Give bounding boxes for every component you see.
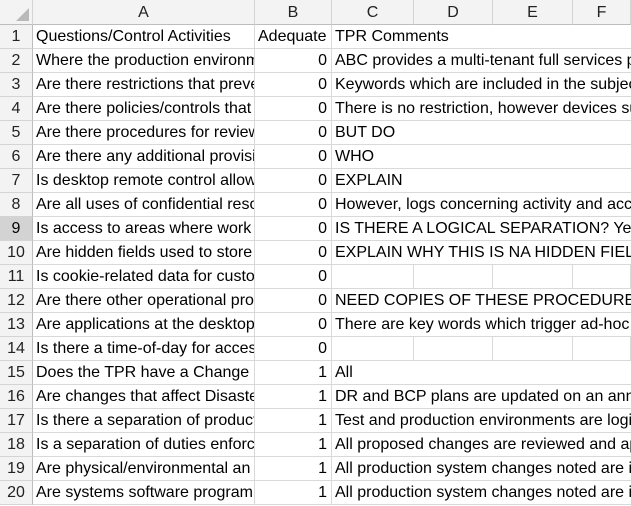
cell-question[interactable]: Are all uses of confidential reso [33,193,255,217]
cell-adequate[interactable]: 0 [255,337,332,361]
column-header-e[interactable]: E [493,0,573,25]
cell-tpr-comment[interactable]: All production system changes noted are … [332,457,631,480]
cell-adequate[interactable]: 1 [255,457,332,481]
cell-empty[interactable] [414,265,493,289]
cell-empty[interactable] [332,265,414,289]
cell-question[interactable]: Are there any additional provisi [33,145,255,169]
row-header[interactable]: 7 [0,169,33,193]
cell-question[interactable]: Does the TPR have a Change Co [33,361,255,385]
cell-tpr-comment[interactable]: ABC provides a multi-tenant full service… [332,49,631,72]
cell-adequate[interactable]: 1 [255,385,332,409]
cell-question[interactable]: Are hidden fields used to store [33,241,255,265]
cell-tpr-comment[interactable]: EXPLAIN WHY THIS IS NA HIDDEN FIELDS [332,241,631,264]
cell-tpr-comment[interactable]: WHO [332,145,631,168]
cell-tpr-comment[interactable]: All [332,361,631,384]
cell-tpr-comment[interactable]: However, logs concerning activity and ac… [332,193,631,216]
row-header[interactable]: 11 [0,265,33,289]
cell-adequate[interactable]: 0 [255,73,332,97]
row-header[interactable]: 5 [0,121,33,145]
select-all-triangle-icon [16,8,29,21]
cell-adequate[interactable]: 1 [255,481,332,505]
cell-question[interactable]: Are there restrictions that preve [33,73,255,97]
cell-empty[interactable] [493,337,573,361]
cell-empty[interactable] [493,265,573,289]
row-header[interactable]: 9 [0,217,33,241]
cell-tpr-comment[interactable]: IS THERE A LOGICAL SEPARATION? Yes [332,217,631,240]
cell-tpr-comment[interactable]: All proposed changes are reviewed and ap [332,433,631,456]
cell-adequate[interactable]: 0 [255,241,332,265]
cell-tpr-comment[interactable]: Test and production environments are log… [332,409,631,432]
cell-empty[interactable] [573,337,631,361]
cell-question[interactable]: Is desktop remote control allow [33,169,255,193]
cell-tpr-comment[interactable]: TPR Comments [332,25,631,48]
cell-adequate[interactable]: 0 [255,313,332,337]
column-header-c[interactable]: C [332,0,414,25]
spreadsheet-grid: A B C D E F 1 Questions/Control Activities Adequ… [0,0,631,506]
cell-question[interactable]: Is cookie-related data for custo [33,265,255,289]
cell-adequate[interactable]: 0 [255,145,332,169]
row-header[interactable]: 3 [0,73,33,97]
cell-question[interactable]: Are systems software program [33,481,255,505]
cell-adequate[interactable]: 1 [255,433,332,457]
column-header-b[interactable]: B [255,0,332,25]
cell-question[interactable]: Are physical/environmental an [33,457,255,481]
row-header[interactable]: 14 [0,337,33,361]
column-header-f[interactable]: F [573,0,631,25]
cell-question[interactable]: Is access to areas where work [33,217,255,241]
row-header[interactable]: 1 [0,25,33,49]
cell-question[interactable]: Are applications at the desktop [33,313,255,337]
cell-tpr-comment[interactable]: There is no restriction, however devices… [332,97,631,120]
row-header[interactable]: 12 [0,289,33,313]
cell-empty[interactable] [332,337,414,361]
cell-tpr-comment[interactable]: EXPLAIN [332,169,631,192]
cell-tpr-comment[interactable]: NEED COPIES OF THESE PROCEDURES [332,289,631,312]
cell-question[interactable]: Is there a time-of-day for acces [33,337,255,361]
select-all-corner[interactable] [0,0,33,25]
row-header[interactable]: 10 [0,241,33,265]
row-header[interactable]: 13 [0,313,33,337]
cell-question[interactable]: Is a separation of duties enforc [33,433,255,457]
cell-adequate[interactable]: 0 [255,217,332,241]
column-header-a[interactable]: A [33,0,255,25]
cell-empty[interactable] [573,265,631,289]
row-header[interactable]: 16 [0,385,33,409]
cell-question[interactable]: Where the production environm [33,49,255,73]
row-header[interactable]: 8 [0,193,33,217]
row-header[interactable]: 4 [0,97,33,121]
cell-adequate[interactable]: 0 [255,193,332,217]
cell-adequate[interactable]: 1 [255,409,332,433]
cell-adequate[interactable]: 0 [255,169,332,193]
cell-question[interactable]: Questions/Control Activities [33,25,255,49]
cell-question[interactable]: Are there procedures for review [33,121,255,145]
cell-question[interactable]: Are there policies/controls that [33,97,255,121]
cell-adequate[interactable]: 0 [255,49,332,73]
cell-tpr-comment[interactable]: All production system changes noted are … [332,481,631,504]
cell-question[interactable]: Is there a separation of product [33,409,255,433]
row-header[interactable]: 2 [0,49,33,73]
row-header[interactable]: 19 [0,457,33,481]
row-header[interactable]: 20 [0,481,33,505]
cell-tpr-comment[interactable]: DR and BCP plans are updated on an annu [332,385,631,408]
cell-adequate[interactable]: 0 [255,121,332,145]
cell-tpr-comment[interactable]: Keywords which are included in the subje… [332,73,631,96]
cell-adequate[interactable]: 0 [255,97,332,121]
cell-adequate[interactable]: Adequate [255,25,332,49]
cell-empty[interactable] [414,337,493,361]
cell-tpr-comment[interactable]: BUT DO [332,121,631,144]
cell-tpr-comment[interactable]: There are key words which trigger ad-hoc [332,313,631,336]
cell-adequate[interactable]: 0 [255,265,332,289]
row-header[interactable]: 17 [0,409,33,433]
cell-question[interactable]: Are there other operational pro [33,289,255,313]
row-header[interactable]: 6 [0,145,33,169]
cell-question[interactable]: Are changes that affect Disaste [33,385,255,409]
cell-adequate[interactable]: 0 [255,289,332,313]
row-header[interactable]: 15 [0,361,33,385]
row-header[interactable]: 18 [0,433,33,457]
column-header-d[interactable]: D [414,0,493,25]
cell-adequate[interactable]: 1 [255,361,332,385]
